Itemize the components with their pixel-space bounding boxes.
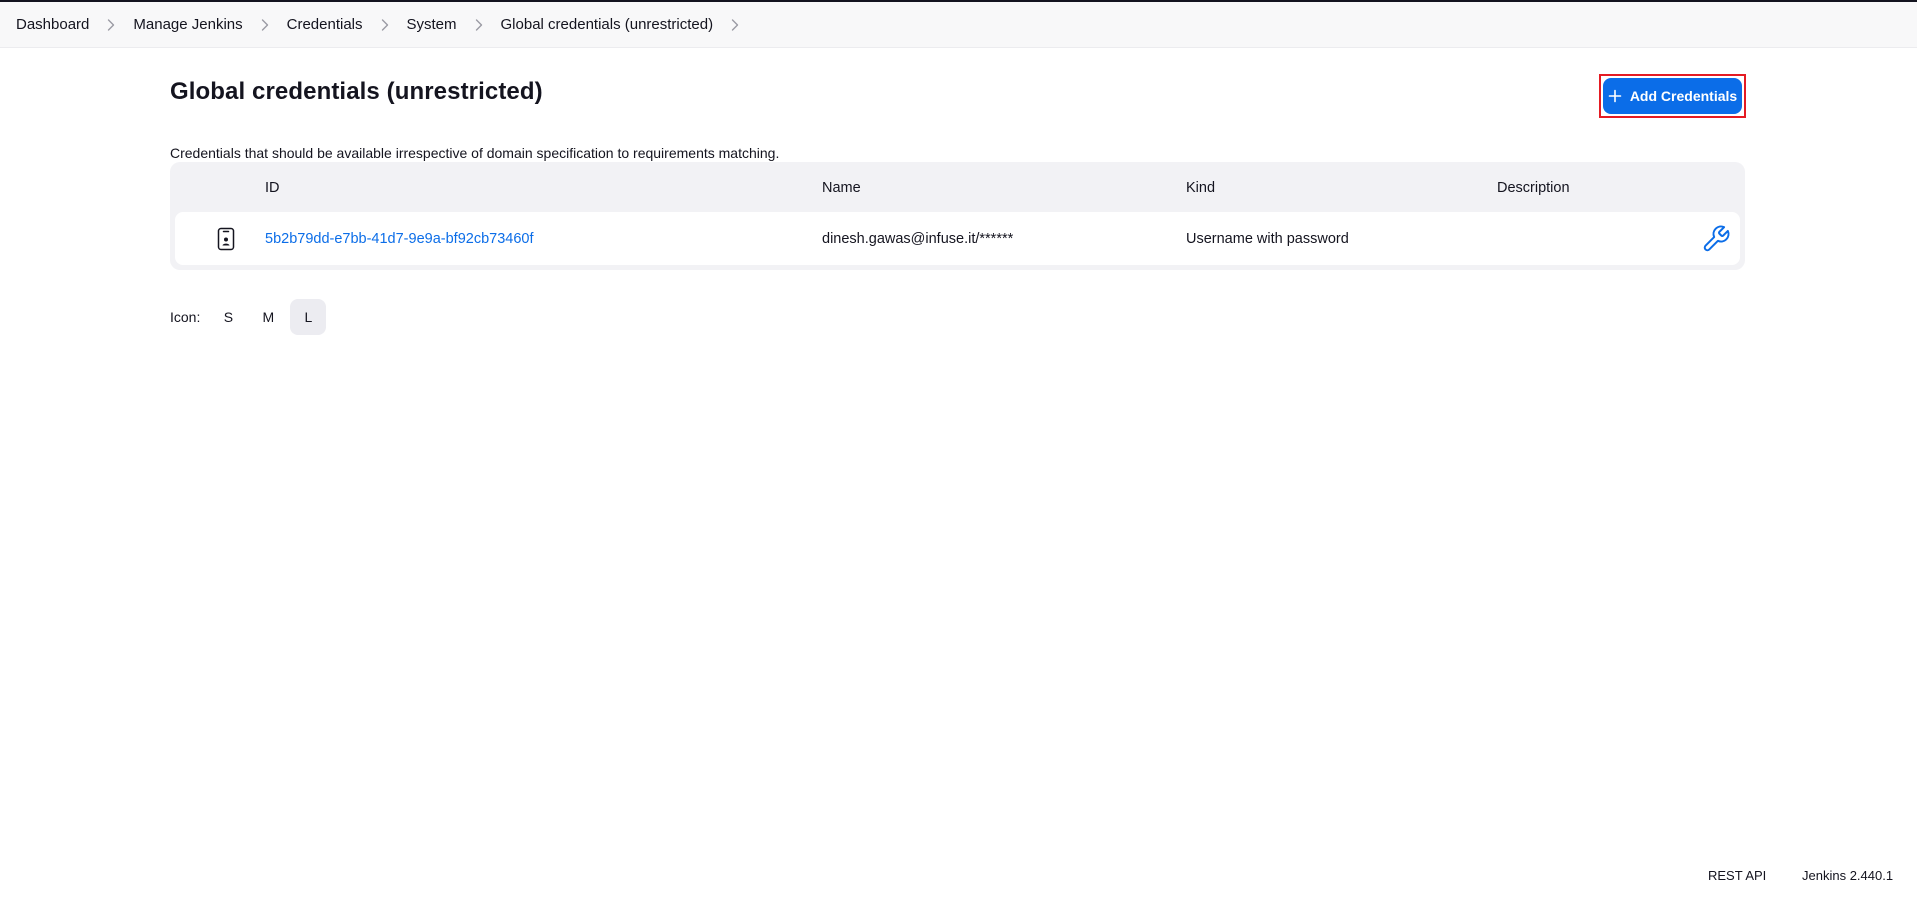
add-credentials-button[interactable]: Add Credentials: [1603, 78, 1742, 114]
rest-api-link[interactable]: REST API: [1708, 868, 1766, 883]
breadcrumb-system[interactable]: System: [407, 16, 457, 33]
icon-size-selector: Icon: S M L: [170, 299, 330, 335]
breadcrumb: Dashboard Manage Jenkins Credentials Sys…: [0, 2, 1917, 48]
table-row: 5b2b79dd-e7bb-41d7-9e9a-bf92cb73460f din…: [175, 212, 1740, 265]
column-header-name[interactable]: Name: [822, 180, 861, 196]
plus-icon: [1608, 89, 1622, 103]
breadcrumb-global-credentials[interactable]: Global credentials (unrestricted): [501, 16, 714, 33]
credential-badge-icon: [217, 227, 235, 251]
chevron-right-icon[interactable]: [725, 18, 745, 32]
page: Dashboard Manage Jenkins Credentials Sys…: [0, 0, 1917, 905]
credential-id-link[interactable]: 5b2b79dd-e7bb-41d7-9e9a-bf92cb73460f: [265, 231, 533, 247]
icon-size-medium[interactable]: M: [250, 299, 286, 335]
row-kind-cell: Username with password: [1186, 230, 1349, 247]
breadcrumb-dashboard[interactable]: Dashboard: [16, 16, 89, 33]
chevron-right-icon: [375, 18, 395, 32]
chevron-right-icon: [255, 18, 275, 32]
row-action-cell: [1701, 212, 1731, 265]
column-header-id[interactable]: ID: [265, 180, 280, 196]
page-title: Global credentials (unrestricted): [170, 78, 543, 105]
breadcrumb-credentials[interactable]: Credentials: [287, 16, 363, 33]
credentials-table: ID Name Kind Description 5b2b79dd-e7bb-4…: [170, 162, 1745, 270]
row-id-cell: 5b2b79dd-e7bb-41d7-9e9a-bf92cb73460f: [265, 212, 533, 265]
add-credentials-highlight: Add Credentials: [1599, 74, 1746, 118]
row-name-cell: dinesh.gawas@infuse.it/******: [822, 230, 1014, 247]
column-header-description[interactable]: Description: [1497, 180, 1570, 196]
column-header-kind[interactable]: Kind: [1186, 180, 1215, 196]
jenkins-version-link[interactable]: Jenkins 2.440.1: [1802, 868, 1893, 883]
row-icon-cell: [217, 212, 235, 265]
icon-size-small[interactable]: S: [210, 299, 246, 335]
icon-size-label: Icon:: [170, 309, 201, 325]
chevron-right-icon: [101, 18, 121, 32]
icon-size-large[interactable]: L: [290, 299, 327, 335]
page-description: Credentials that should be available irr…: [170, 145, 780, 161]
add-credentials-label: Add Credentials: [1629, 88, 1738, 104]
wrench-icon[interactable]: [1701, 224, 1731, 254]
breadcrumb-manage-jenkins[interactable]: Manage Jenkins: [133, 16, 242, 33]
chevron-right-icon: [469, 18, 489, 32]
